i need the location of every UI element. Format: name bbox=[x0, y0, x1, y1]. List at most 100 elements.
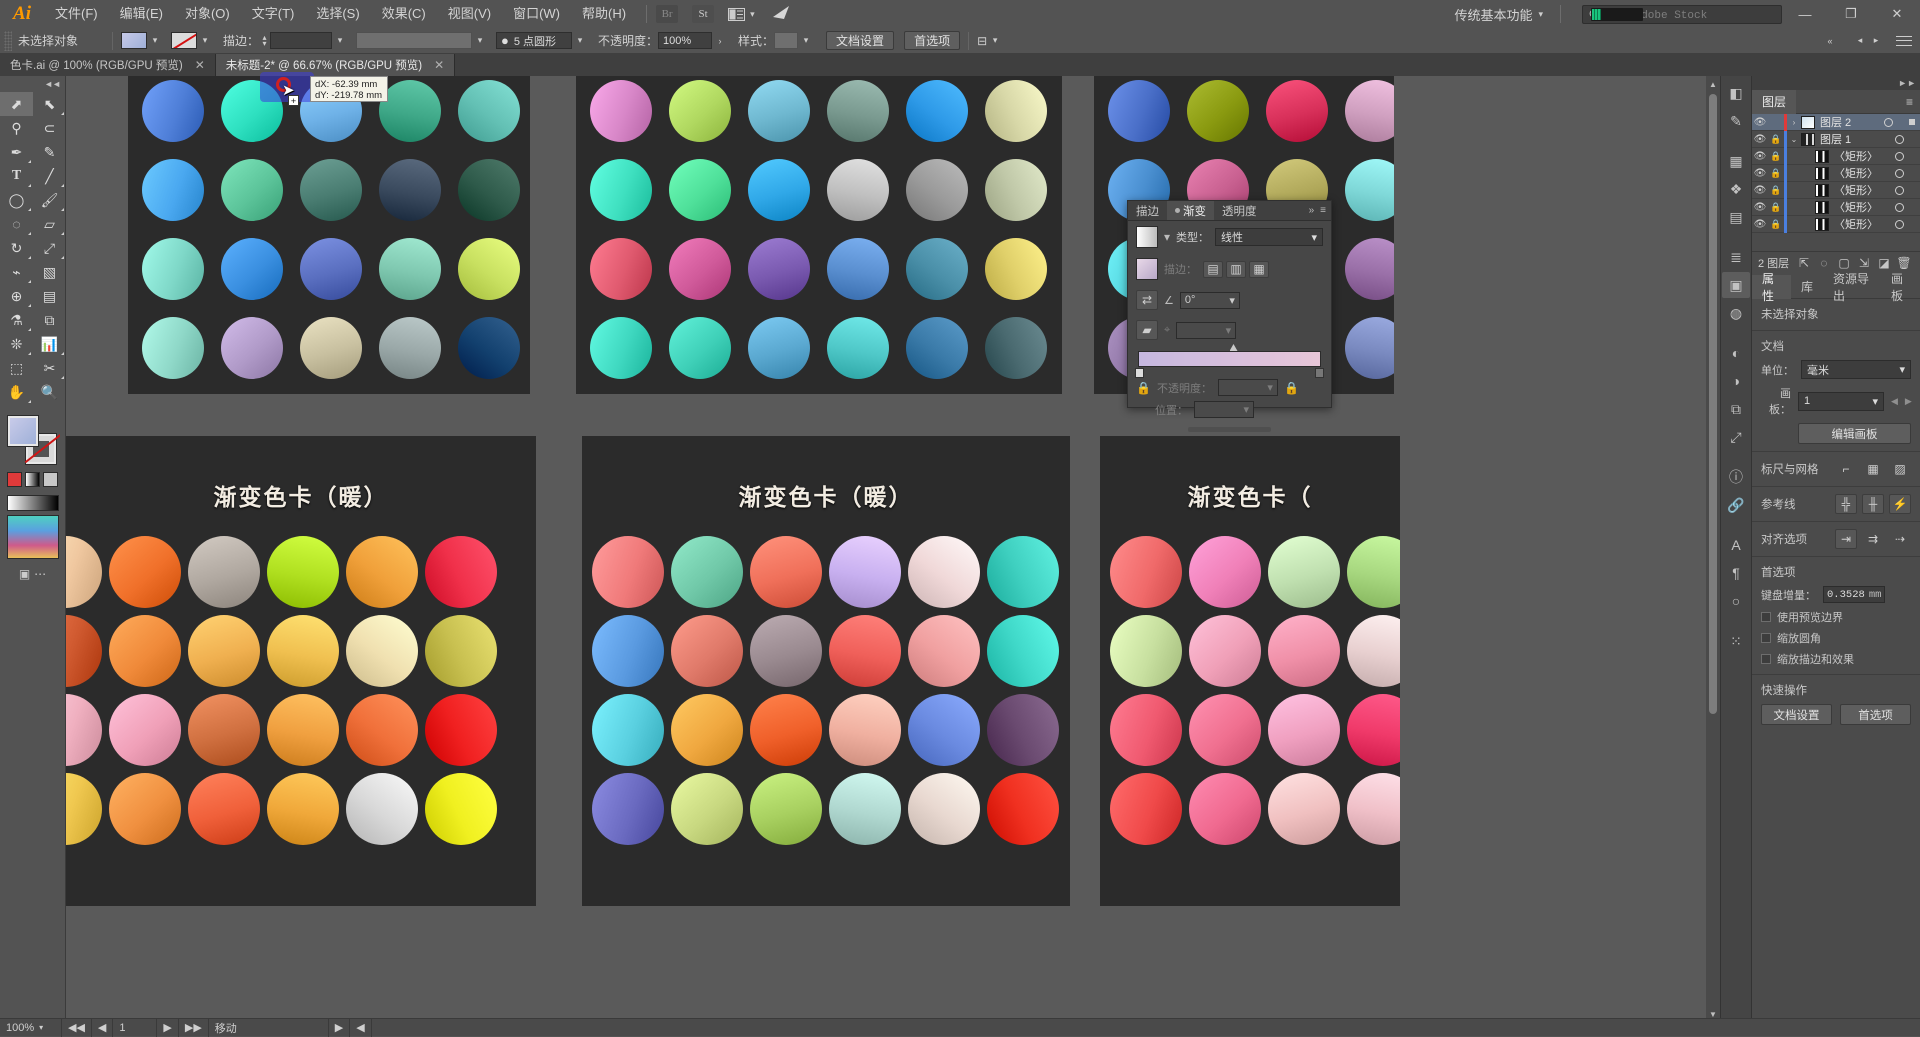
column-graph-tool[interactable]: 📊 bbox=[33, 332, 66, 356]
page-nav-prev-icon[interactable]: ◀ bbox=[92, 1018, 114, 1037]
gradient-midpoint-handle[interactable] bbox=[1229, 344, 1238, 351]
rail-links-icon[interactable]: 🔗 bbox=[1722, 492, 1750, 518]
gradient-swatch-circle[interactable] bbox=[458, 159, 520, 221]
free-transform-tool[interactable]: ▧ bbox=[33, 260, 66, 284]
gradient-swatch-circle[interactable] bbox=[379, 159, 441, 221]
gradient-swatch-circle[interactable] bbox=[267, 694, 339, 766]
artboard-prev-icon[interactable]: ◀ bbox=[1891, 396, 1898, 407]
gradient-swatch-circle[interactable] bbox=[221, 159, 283, 221]
lock-icon[interactable]: 🔒 bbox=[1768, 134, 1784, 145]
gradient-swatch-circle[interactable] bbox=[827, 317, 889, 379]
gradient-swatch-circle[interactable] bbox=[1347, 694, 1400, 766]
gradient-swatch-circle[interactable] bbox=[458, 80, 520, 142]
rail-symbols-icon[interactable]: ❖ bbox=[1722, 176, 1750, 202]
rail-appearance-icon[interactable]: ◍ bbox=[1722, 300, 1750, 326]
menu-select[interactable]: 选择(S) bbox=[305, 0, 370, 28]
gradient-swatch-circle[interactable] bbox=[908, 615, 980, 687]
cb-nav-left-icon[interactable]: ◂ bbox=[1852, 32, 1868, 49]
gradient-swatch-circle[interactable] bbox=[142, 317, 204, 379]
gradient-swatch-circle[interactable] bbox=[829, 615, 901, 687]
smart-guides-icon[interactable]: ⚡ bbox=[1889, 494, 1911, 514]
gradient-swatch-circle[interactable] bbox=[425, 694, 497, 766]
rail-align-icon[interactable]: ≣ bbox=[1722, 244, 1750, 270]
gradient-swatch-circle[interactable] bbox=[1110, 773, 1182, 845]
panel-expand-icon[interactable]: » bbox=[1309, 205, 1315, 216]
gradient-swatch-circle[interactable] bbox=[66, 536, 102, 608]
delete-layer-icon[interactable]: 🗑 bbox=[1894, 256, 1914, 270]
swatch-preview-strip[interactable] bbox=[6, 515, 59, 559]
rail-paragraph-icon[interactable]: ¶ bbox=[1722, 560, 1750, 586]
zoom-tool[interactable]: 🔍 bbox=[33, 380, 66, 404]
eraser-tool[interactable]: ▱ bbox=[33, 212, 66, 236]
gradient-slider[interactable] bbox=[1135, 344, 1324, 378]
color-button[interactable] bbox=[7, 472, 22, 487]
document-tab-1-close-icon[interactable]: ✕ bbox=[195, 58, 205, 72]
gradient-swatch-circle[interactable] bbox=[346, 773, 418, 845]
target-indicator-icon[interactable] bbox=[1895, 151, 1904, 161]
stroke-profile-chevron-down-icon[interactable]: ▾ bbox=[472, 32, 488, 49]
gradient-swatch-circle[interactable] bbox=[748, 317, 810, 379]
gradient-swatch-circle[interactable] bbox=[109, 694, 181, 766]
gradient-swatch-circle[interactable] bbox=[1347, 536, 1400, 608]
page-nav-last-icon[interactable]: ▶▶ bbox=[179, 1018, 209, 1037]
rail-transparency-icon[interactable]: ◑ bbox=[1722, 368, 1750, 394]
lock-icon[interactable]: 🔒 bbox=[1768, 185, 1784, 196]
layer-row[interactable]: 👁 🔒 〈矩形〉 bbox=[1752, 164, 1920, 182]
gradient-swatch-circle[interactable] bbox=[346, 536, 418, 608]
gradient-swatch-circle[interactable] bbox=[188, 694, 260, 766]
gradient-location-field[interactable]: ▾ bbox=[1194, 401, 1254, 418]
gradient-swatch-circle[interactable] bbox=[669, 80, 731, 142]
tab-properties[interactable]: 属性 bbox=[1752, 272, 1791, 303]
gradient-swatch-circle[interactable] bbox=[669, 317, 731, 379]
fill-and-stroke-indicator[interactable] bbox=[6, 414, 60, 466]
gradient-panel[interactable]: 描边 渐变 透明度 » ≡ ▾ 类型： 线性 ▾ 描边： ▤ ▥ ▦ ⇄ ∠ 0… bbox=[1127, 200, 1332, 432]
eye-icon[interactable]: 👁 bbox=[1752, 151, 1768, 162]
gradient-swatch-circle[interactable] bbox=[425, 615, 497, 687]
target-indicator-icon[interactable] bbox=[1895, 134, 1904, 144]
gradient-swatch-circle[interactable] bbox=[300, 159, 362, 221]
gradient-swatch-circle[interactable] bbox=[906, 159, 968, 221]
gradient-swatch-circle[interactable] bbox=[379, 80, 441, 142]
gradient-swatch-circle[interactable] bbox=[829, 536, 901, 608]
gradient-aspect-field[interactable]: ▾ bbox=[1176, 321, 1237, 339]
gradient-swatch-circle[interactable] bbox=[458, 317, 520, 379]
gradient-stop-end[interactable] bbox=[1315, 368, 1324, 378]
restore-button[interactable]: ❐ bbox=[1828, 0, 1874, 28]
stroke-weight-field[interactable] bbox=[270, 32, 333, 49]
gradient-swatch-circle[interactable] bbox=[748, 238, 810, 300]
gradient-swatch-circle[interactable] bbox=[592, 694, 664, 766]
gradient-swatch-circle[interactable] bbox=[985, 238, 1047, 300]
keyboard-increment-field[interactable]: 0.3528 mm bbox=[1823, 586, 1885, 603]
gradient-swatch-circle[interactable] bbox=[987, 615, 1059, 687]
lock-guides-icon[interactable]: ╫ bbox=[1862, 494, 1884, 514]
rail-opentype-icon[interactable]: ○ bbox=[1722, 588, 1750, 614]
gradient-swatch-circle[interactable] bbox=[346, 615, 418, 687]
arrange-documents-icon[interactable]: ▾ bbox=[728, 7, 755, 21]
canvas-vertical-scrollbar[interactable]: ▲ ▼ bbox=[1706, 76, 1720, 1022]
gradient-fill-swatch[interactable] bbox=[1136, 226, 1158, 248]
gradient-swatch-circle[interactable] bbox=[1189, 694, 1261, 766]
canvas-scroll-thumb[interactable] bbox=[1709, 94, 1717, 714]
gradient-swatch-circle[interactable] bbox=[1347, 615, 1400, 687]
gradient-swatch-circle[interactable] bbox=[66, 694, 102, 766]
gradient-swatch-circle[interactable] bbox=[66, 773, 102, 845]
lock-icon[interactable]: 🔒 bbox=[1768, 202, 1784, 213]
home-icon[interactable] bbox=[771, 5, 791, 24]
gradient-swatch-circle[interactable] bbox=[590, 317, 652, 379]
gradient-swatch-circle[interactable] bbox=[188, 615, 260, 687]
preferences-button[interactable]: 首选项 bbox=[904, 31, 961, 50]
direct-selection-tool[interactable]: ⬉ bbox=[33, 92, 66, 116]
gradient-swatch-circle[interactable] bbox=[987, 536, 1059, 608]
gradient-swatch-circle[interactable] bbox=[827, 159, 889, 221]
eye-icon[interactable]: 👁 bbox=[1752, 219, 1768, 230]
gradient-swatch-circle[interactable] bbox=[109, 615, 181, 687]
stroke-across-icon[interactable]: ▦ bbox=[1249, 260, 1269, 278]
target-indicator-icon[interactable] bbox=[1895, 202, 1904, 212]
canvas-area[interactable]: 渐变色卡（暖） 渐变色卡（暖） 渐变色卡（ ▲ ▼ bbox=[66, 76, 1720, 1022]
selection-tool[interactable]: ⬈ bbox=[0, 92, 33, 116]
checkbox-scale-corners[interactable]: 缩放圆角 bbox=[1761, 630, 1911, 646]
style-chevron-down-icon[interactable]: ▾ bbox=[798, 32, 814, 49]
artboard[interactable]: 渐变色卡（ bbox=[1100, 436, 1400, 906]
snap-to-pixel-icon[interactable]: ⇢ bbox=[1889, 529, 1911, 549]
new-sublayer-icon[interactable]: ⇲ bbox=[1854, 256, 1874, 270]
